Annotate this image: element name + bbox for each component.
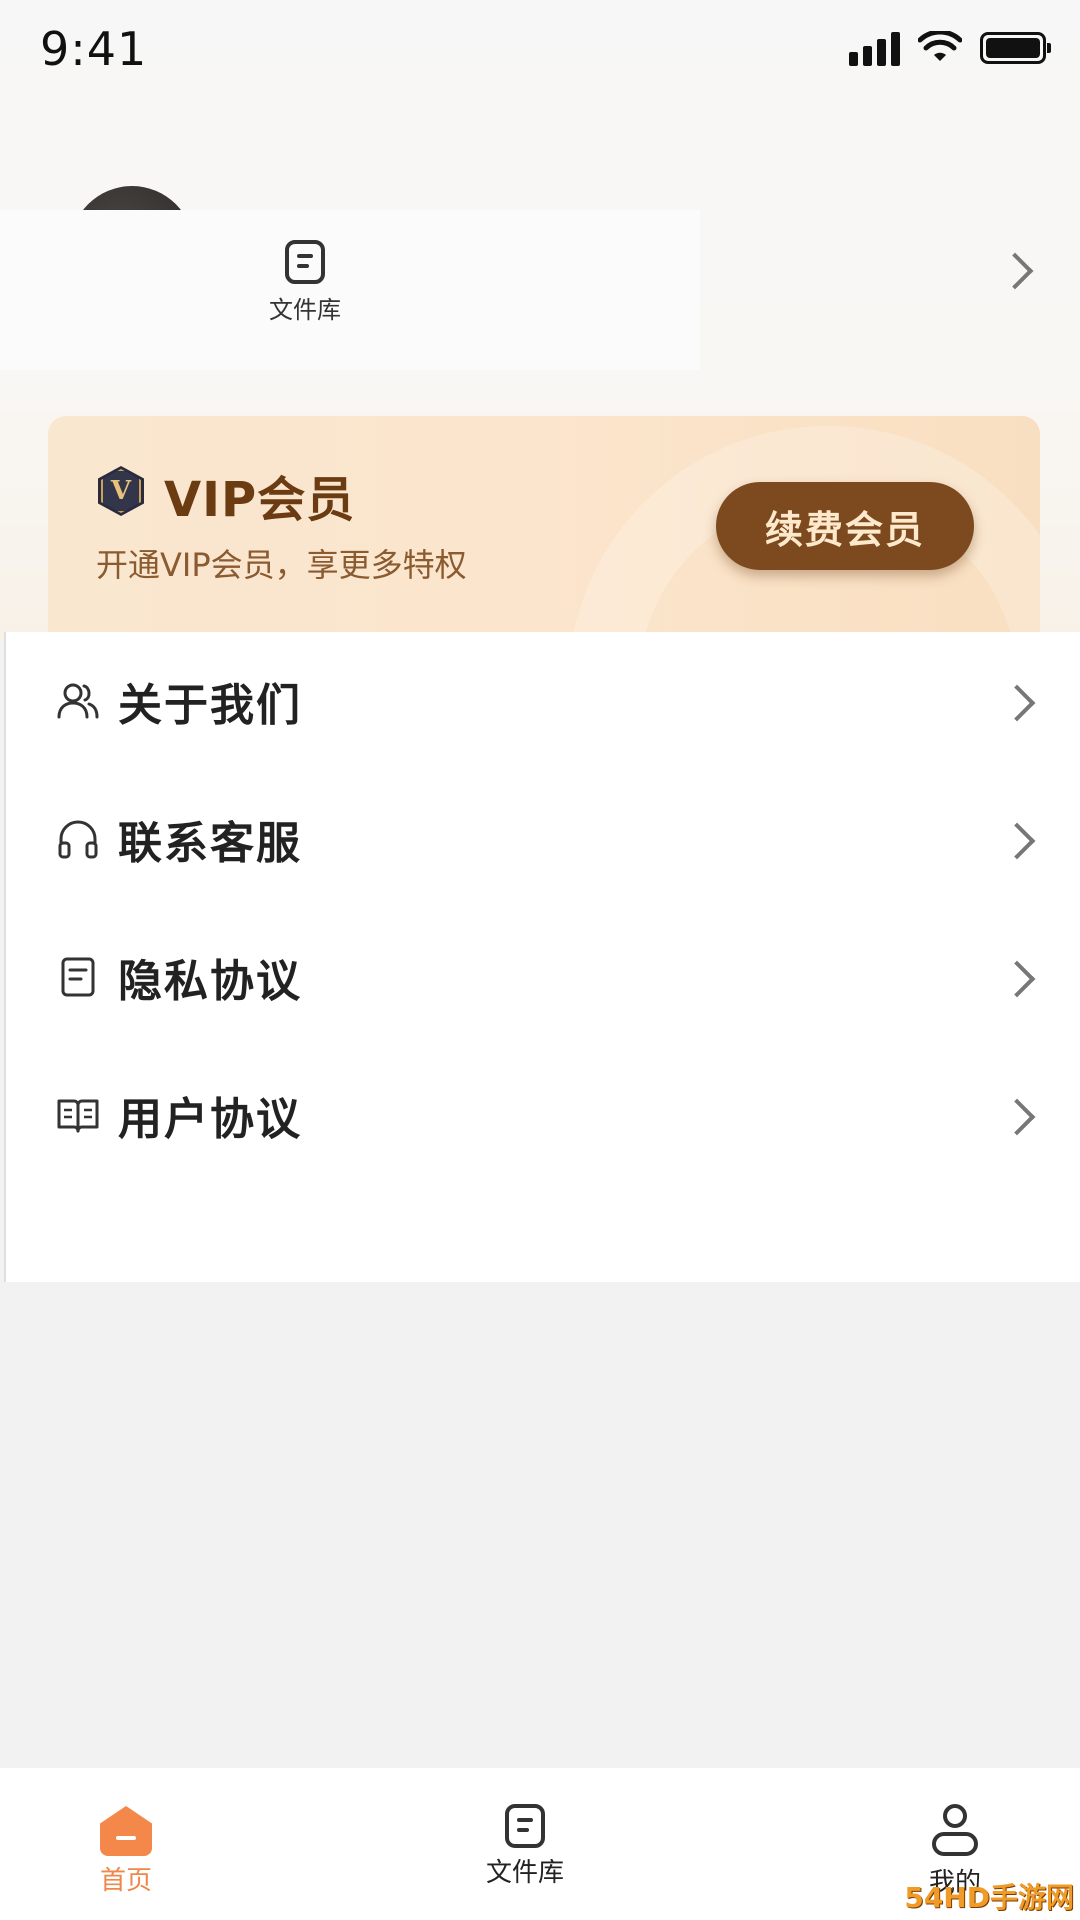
users-icon [57,683,99,719]
quick-file-library-button[interactable]: 文件库 [240,240,370,325]
renew-vip-button[interactable]: 续费会员 [716,482,974,570]
user-icon [932,1804,978,1858]
chevron-right-icon [998,1098,1036,1136]
tab-home-label: 首页 [99,1866,152,1896]
vip-badge-letter: V [110,476,132,506]
vip-card[interactable]: V VIP会员 开通VIP会员，享更多特权 续费会员 [48,416,1040,632]
headset-icon [58,820,98,859]
watermark-logo: 54HD手游网 [904,1881,1074,1914]
wifi-icon [918,31,962,61]
vip-title: VIP会员 [164,472,356,528]
battery-icon [980,32,1051,64]
menu-item-privacy-policy[interactable]: 隐私协议 [6,908,1080,1046]
menu-item-label: 联系客服 [118,818,302,869]
menu-item-about-us[interactable]: 关于我们 [6,632,1080,770]
menu-item-label: 隐私协议 [118,956,302,1007]
file-library-icon [505,1804,545,1848]
chevron-right-icon [998,960,1036,998]
home-icon [100,1806,152,1856]
menu-item-customer-service[interactable]: 联系客服 [6,770,1080,908]
menu-item-user-agreement[interactable]: 用户协议 [6,1046,1080,1184]
settings-menu: 关于我们 联系客服 隐私协议 用户协议 [4,632,1080,1282]
cellular-signal-icon [849,30,900,66]
vip-subtitle: 开通VIP会员，享更多特权 [96,546,467,584]
chevron-right-icon [998,684,1036,722]
menu-item-label: 用户协议 [118,1094,302,1145]
status-time: 9:41 [40,22,148,76]
tab-file-library-label: 文件库 [485,1858,564,1888]
book-icon [57,1099,99,1133]
status-bar: 9:41 [0,0,1080,100]
file-library-icon [285,240,325,284]
status-icons [849,30,1051,66]
quick-file-library-label: 文件库 [269,296,341,324]
bottom-tab-bar: 首页 文件库 我的 54HD手游网 [0,1768,1080,1920]
document-icon [61,957,95,997]
menu-item-label: 关于我们 [118,680,302,731]
tab-file-library[interactable]: 文件库 [425,1768,625,1889]
chevron-right-icon [998,822,1036,860]
quick-access-strip: 文件库 [0,210,700,370]
profile-screen: 9:41 文件库 V VIP会员 开通VIP会员，享更多特权 续费会员 关于我们… [0,0,1080,1920]
tab-home[interactable]: 首页 [26,1768,226,1897]
vip-badge-icon: V [98,466,144,516]
